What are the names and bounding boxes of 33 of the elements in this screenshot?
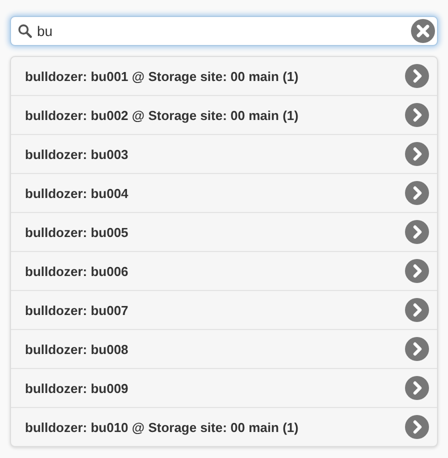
result-item[interactable]: bulldozer: bu002 @ Storage site: 00 main (1) (11, 95, 437, 134)
clear-icon[interactable] (411, 19, 435, 43)
result-item[interactable]: bulldozer: bu001 @ Storage site: 00 main (1) (11, 57, 437, 95)
result-label: bulldozer: bu004 (25, 186, 128, 200)
result-item[interactable]: bulldozer: bu009 (11, 368, 437, 407)
chevron-icon (405, 64, 429, 88)
result-label: bulldozer: bu008 (25, 342, 128, 356)
result-label: bulldozer: bu001 @ Storage site: 00 main (1) (25, 68, 298, 84)
result-item[interactable]: bulldozer: bu010 @ Storage site: 00 main (1) (11, 407, 437, 446)
result-item[interactable]: bulldozer: bu008 (11, 329, 437, 368)
chevron-icon (405, 376, 429, 400)
chevron-icon (405, 298, 429, 322)
result-item[interactable]: bulldozer: bu004 (11, 173, 437, 212)
result-label: bulldozer: bu009 (25, 380, 128, 396)
chevron-icon (405, 142, 429, 166)
chevron-icon (405, 337, 429, 361)
search-field[interactable]: bu (10, 16, 438, 46)
result-label: bulldozer: bu010 @ Storage site: 00 main (1) (25, 420, 298, 434)
chevron-icon (405, 103, 429, 127)
result-item[interactable]: bulldozer: bu005 (11, 212, 437, 251)
search-icon (18, 24, 32, 38)
result-label: bulldozer: bu003 (25, 146, 128, 162)
chevron-icon (405, 259, 429, 283)
chevron-icon (405, 220, 429, 244)
result-item[interactable]: bulldozer: bu007 (11, 290, 437, 329)
result-label: bulldozer: bu002 @ Storage site: 00 main (1) (25, 108, 298, 122)
result-item[interactable]: bulldozer: bu006 (11, 251, 437, 290)
chevron-icon (405, 181, 429, 205)
result-item[interactable]: bulldozer: bu003 (11, 134, 437, 173)
result-label: bulldozer: bu006 (25, 264, 128, 278)
result-label: bulldozer: bu007 (25, 302, 128, 318)
chevron-icon (405, 415, 429, 439)
result-label: bulldozer: bu005 (25, 224, 128, 240)
